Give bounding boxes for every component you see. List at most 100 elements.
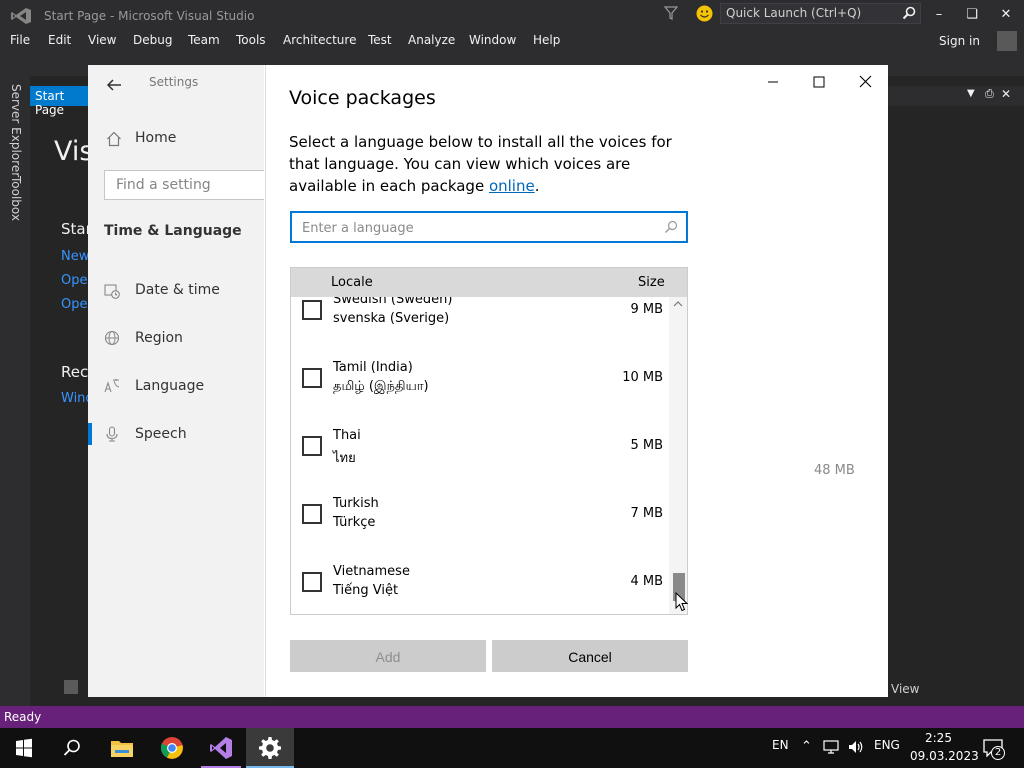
globe-icon <box>104 330 120 346</box>
taskbar-file-explorer[interactable] <box>98 728 146 768</box>
package-size: 5 MB <box>630 438 663 453</box>
restore-button[interactable]: ❏ <box>958 5 986 25</box>
feedback-smiley-icon[interactable] <box>696 5 713 22</box>
locale-native-name: தமிழ் (இந்தியா) <box>333 379 429 394</box>
column-header-size[interactable]: Size <box>638 275 665 290</box>
server-explorer-tab[interactable]: Server Explorer <box>9 84 23 177</box>
open-folder-link[interactable]: Ope <box>61 297 87 312</box>
package-checkbox[interactable] <box>302 368 322 388</box>
language-search-box[interactable] <box>290 211 688 243</box>
menu-analyze[interactable]: Analyze <box>408 33 455 47</box>
locale-name: Tamil (India) <box>333 360 413 375</box>
toolbox-tab[interactable]: Toolbox <box>9 176 23 221</box>
list-item[interactable]: Turkish Türkçe 7 MB <box>291 496 669 569</box>
menu-help[interactable]: Help <box>533 33 560 47</box>
search-icon[interactable] <box>664 220 678 234</box>
clock-date[interactable]: 09.03.2023 <box>910 749 979 763</box>
package-checkbox[interactable] <box>302 572 322 592</box>
pin-icon[interactable]: ⎙ <box>985 87 994 101</box>
menu-architecture[interactable]: Architecture <box>283 33 356 47</box>
account-icon[interactable] <box>997 31 1017 51</box>
new-project-link[interactable]: New <box>61 249 89 264</box>
nav-item-language[interactable]: Language <box>135 378 204 394</box>
list-item[interactable]: Tamil (India) தமிழ் (இந்தியா) 10 MB <box>291 360 669 433</box>
home-icon <box>107 131 121 147</box>
package-size: 10 MB <box>622 370 663 385</box>
taskbar-search-button[interactable] <box>48 728 96 768</box>
status-bar <box>0 706 1024 728</box>
chevron-up-icon[interactable]: ⌃ <box>801 739 812 754</box>
taskbar-settings[interactable] <box>246 728 294 768</box>
close-button[interactable]: ✕ <box>992 5 1020 25</box>
tab-start-page[interactable]: Start Page <box>30 86 90 117</box>
find-setting-input[interactable]: Find a setting <box>104 170 264 200</box>
voice-packages-panel: Voice packages Select a language below t… <box>265 65 713 697</box>
quick-launch-input[interactable]: Quick Launch (Ctrl+Q) <box>720 3 921 24</box>
list-item[interactable]: Swedish (Sweden) svenska (Sverige) 9 MB <box>291 297 669 365</box>
add-button[interactable]: Add <box>290 640 486 672</box>
volume-icon[interactable] <box>848 740 864 754</box>
input-language-short[interactable]: EN <box>772 738 789 752</box>
settings-maximize-button[interactable] <box>804 73 834 91</box>
settings-close-button[interactable] <box>850 73 880 91</box>
package-checkbox[interactable] <box>302 504 322 524</box>
close-pane-icon[interactable]: ✕ <box>1001 87 1011 101</box>
installed-size-text: 48 MB <box>814 463 855 478</box>
settings-nav-pane: Settings Home Find a setting Time & Lang… <box>88 65 264 697</box>
language-search-input[interactable] <box>300 217 654 239</box>
search-icon <box>902 6 916 20</box>
microphone-icon <box>106 426 118 442</box>
checkbox-icon[interactable] <box>64 680 78 694</box>
settings-minimize-button[interactable] <box>758 73 788 91</box>
locale-native-name: ไทย <box>333 451 356 466</box>
list-scrollbar[interactable] <box>669 297 687 614</box>
input-language[interactable]: ENG <box>874 738 900 752</box>
nav-section-title: Time & Language <box>104 223 242 239</box>
dropdown-icon[interactable]: ▼ <box>967 88 975 99</box>
menu-tools[interactable]: Tools <box>236 33 266 47</box>
locale-native-name: svenska (Sverige) <box>333 311 450 326</box>
taskbar-chrome[interactable] <box>148 728 196 768</box>
package-checkbox[interactable] <box>302 436 322 456</box>
back-arrow-icon[interactable] <box>104 75 124 95</box>
open-project-link[interactable]: Ope <box>61 273 87 288</box>
taskbar-visual-studio[interactable] <box>197 728 245 768</box>
menu-debug[interactable]: Debug <box>133 33 172 47</box>
mouse-cursor-icon <box>675 592 689 612</box>
nav-item-region[interactable]: Region <box>135 330 183 346</box>
page-title: Voice packages <box>289 87 436 109</box>
locale-name: Turkish <box>333 496 379 511</box>
voice-package-list: Locale Size Swedish (Sweden) svenska (Sv… <box>290 267 688 615</box>
package-size: 7 MB <box>630 506 663 521</box>
nav-item-speech[interactable]: Speech <box>135 426 187 442</box>
menu-window[interactable]: Window <box>469 33 516 47</box>
language-icon <box>104 379 120 393</box>
list-item[interactable]: Vietnamese Tiếng Việt 4 MB <box>291 564 669 614</box>
quick-launch-placeholder: Quick Launch (Ctrl+Q) <box>726 6 862 20</box>
list-item[interactable]: Thai ไทย 5 MB <box>291 428 669 501</box>
chrome-icon <box>160 737 183 759</box>
menu-team[interactable]: Team <box>188 33 220 47</box>
column-header-locale[interactable]: Locale <box>331 275 373 290</box>
settings-title: Settings <box>149 75 199 89</box>
locale-name: Thai <box>333 428 361 443</box>
network-icon[interactable] <box>823 740 839 754</box>
chevron-up-icon[interactable] <box>673 299 683 309</box>
notification-filter-icon[interactable] <box>664 5 678 21</box>
clock-time[interactable]: 2:25 <box>925 731 952 745</box>
view-tab[interactable]: View <box>891 682 919 696</box>
nav-home-link[interactable]: Home <box>135 130 176 146</box>
start-button[interactable] <box>0 728 48 768</box>
nav-item-date-time[interactable]: Date & time <box>135 282 220 298</box>
menu-view[interactable]: View <box>88 33 116 47</box>
menu-test[interactable]: Test <box>368 33 392 47</box>
menu-file[interactable]: File <box>10 33 30 47</box>
sign-in-link[interactable]: Sign in <box>939 34 980 48</box>
gear-icon <box>259 737 281 759</box>
cancel-button[interactable]: Cancel <box>492 640 688 672</box>
menu-edit[interactable]: Edit <box>48 33 71 47</box>
package-checkbox[interactable] <box>302 300 322 320</box>
minimize-button[interactable]: – <box>925 5 953 25</box>
online-link[interactable]: online <box>489 177 535 195</box>
windows-start-icon <box>16 738 32 758</box>
